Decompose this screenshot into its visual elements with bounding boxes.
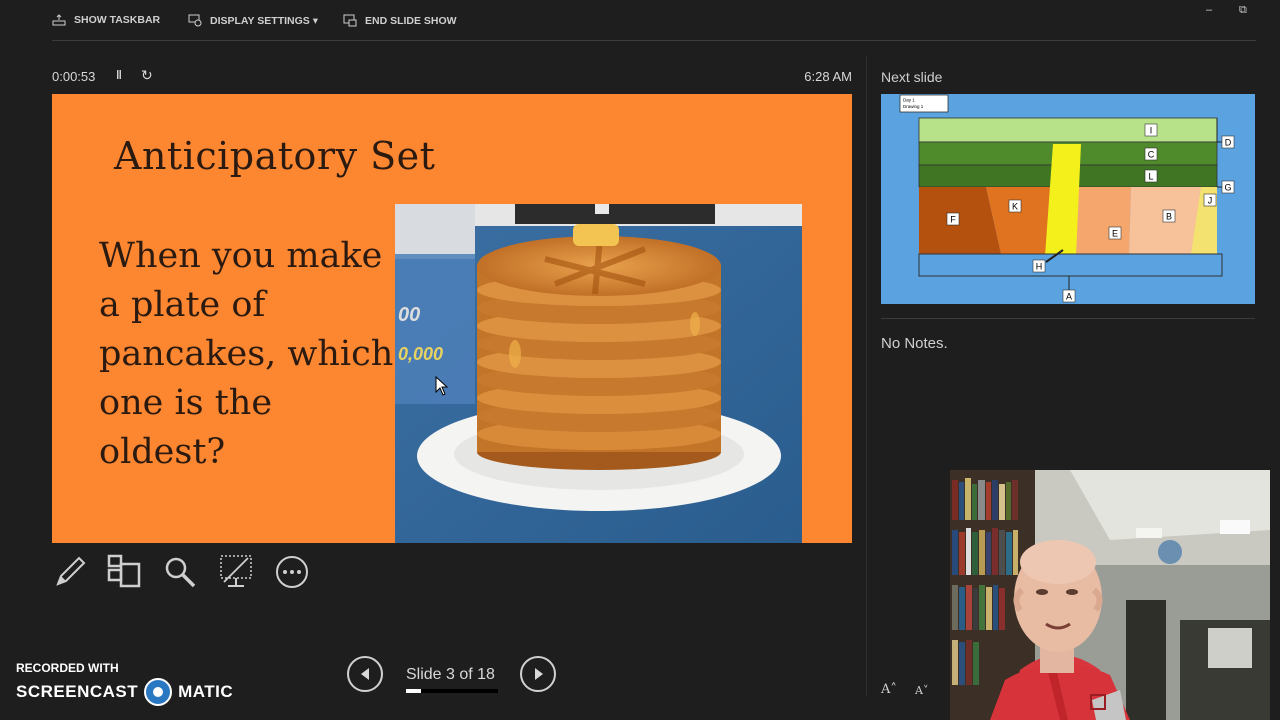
elapsed-timer: 0:00:53 (52, 69, 96, 84)
decrease-font-button[interactable]: A˅ (915, 684, 928, 697)
slide-body-line: a plate of (99, 285, 266, 325)
show-taskbar-button[interactable]: SHOW TASKBAR (52, 14, 160, 26)
pane-divider[interactable] (866, 56, 867, 696)
slide-body: When you make a plate of pancakes, which… (99, 232, 399, 477)
black-screen-icon[interactable] (218, 554, 254, 590)
presenter-webcam-image (950, 470, 1270, 720)
display-settings-icon (188, 14, 202, 27)
zoom-icon[interactable] (162, 554, 198, 590)
record-dot-icon (144, 678, 173, 706)
pancake-layers (477, 224, 721, 470)
diagram-label: G (1224, 183, 1231, 193)
webcam-feed (950, 470, 1270, 720)
taskbar-icon (52, 14, 66, 26)
watermark-brand-left: SCREENCAST (16, 682, 139, 701)
slide-title: Anticipatory Set (114, 134, 436, 178)
next-slide-button[interactable] (520, 656, 556, 692)
display-settings-button[interactable]: DISPLAY SETTINGS ▾ (188, 14, 318, 27)
mouse-cursor-icon (435, 376, 449, 396)
restore-button[interactable]: ⧉ (1239, 4, 1247, 17)
slide-body-line: When you make (99, 236, 383, 276)
end-show-icon (343, 14, 357, 27)
triangle-left-icon (361, 668, 369, 680)
diagram-label: F (950, 215, 956, 225)
toolbar-divider (52, 40, 1256, 41)
reset-timer-icon[interactable]: ↻ (141, 67, 153, 84)
next-slide-header-line: Drawing 1 (903, 104, 924, 109)
display-settings-label: DISPLAY SETTINGS ▾ (210, 14, 318, 27)
slide-counter[interactable]: Slide 3 of 18 (406, 666, 495, 684)
diagram-label: D (1225, 138, 1232, 148)
diagram-label: A (1066, 292, 1072, 302)
diagram-label: B (1166, 212, 1172, 222)
minimize-button[interactable]: – (1206, 4, 1212, 16)
end-slide-show-button[interactable]: END SLIDE SHOW (343, 14, 457, 27)
next-slide-preview[interactable]: Day 1 Drawing 1 I D C L G K F J B E H A (881, 94, 1255, 304)
slide-progress-bar (406, 689, 498, 693)
diagram-label: I (1150, 126, 1153, 136)
pen-icon[interactable] (52, 554, 88, 590)
slides-grid-icon[interactable] (106, 554, 142, 590)
notes-divider (881, 318, 1255, 319)
show-taskbar-label: SHOW TASKBAR (74, 14, 161, 26)
photo-number-text: 00 (398, 304, 420, 326)
pause-icon[interactable]: ‖ (116, 68, 122, 82)
watermark-brand-right: MATIC (178, 682, 234, 701)
presenter-toolbar: SHOW TASKBAR DISPLAY SETTINGS ▾ END SLID… (0, 0, 1280, 42)
pancake-stack-photo: 00 0,000 (395, 204, 802, 543)
next-slide-header-line: Day 1 (903, 98, 915, 103)
slide-body-line: pancakes, which (99, 334, 394, 374)
slide-body-line: oldest? (99, 432, 226, 472)
current-time: 6:28 AM (804, 69, 852, 84)
previous-slide-button[interactable] (347, 656, 383, 692)
end-slide-show-label: END SLIDE SHOW (365, 14, 457, 27)
diagram-label: L (1148, 172, 1153, 182)
diagram-label: H (1036, 262, 1043, 272)
next-slide-label: Next slide (881, 69, 943, 85)
diagram-label: K (1012, 202, 1018, 212)
triangle-right-icon (535, 668, 543, 680)
diagram-label: E (1112, 229, 1118, 239)
slide-progress-fill (406, 689, 422, 693)
diagram-label: C (1148, 150, 1155, 160)
current-slide[interactable]: Anticipatory Set When you make a plate o… (52, 94, 852, 543)
diagram-label: J (1208, 196, 1213, 206)
screencast-o-matic-logo: SCREENCAST MATIC (16, 678, 233, 706)
watermark-recorded-with: RECORDED WITH (16, 661, 119, 675)
more-options-icon[interactable] (274, 554, 310, 590)
photo-number-text: 0,000 (398, 344, 443, 364)
increase-font-button[interactable]: A˄ (881, 682, 897, 697)
rock-layers-diagram: Day 1 Drawing 1 I D C L G K F J B E H A (881, 94, 1255, 304)
speaker-notes[interactable]: No Notes. (881, 335, 948, 352)
slide-body-line: one is the (99, 383, 273, 423)
